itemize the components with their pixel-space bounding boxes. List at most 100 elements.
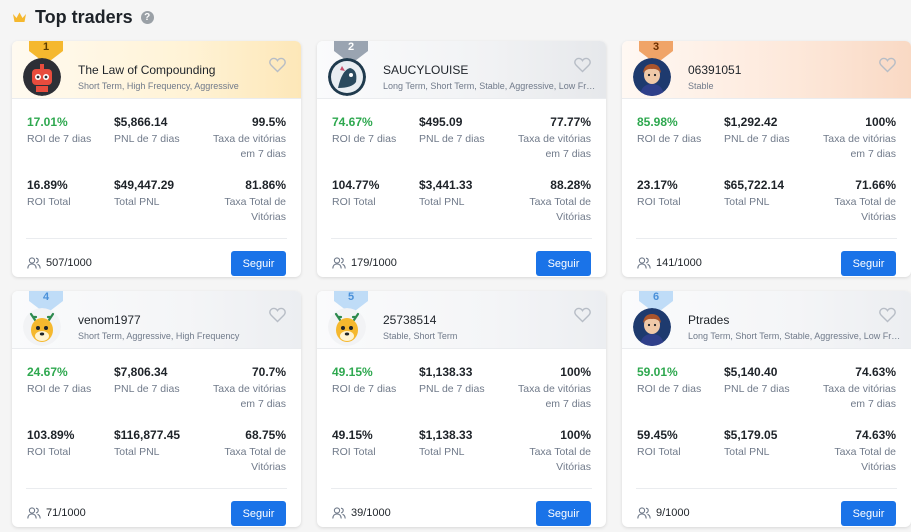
win-rate-7d-value: 70.7% <box>251 365 286 379</box>
trader-name[interactable]: Ptrades <box>688 313 729 327</box>
pnl-7d-label: PNL de 7 dias <box>724 133 790 145</box>
heart-icon[interactable] <box>879 57 896 73</box>
trader-tags: Long Term, Short Term, Stable, Aggressiv… <box>383 81 598 91</box>
pnl-total: $65,722.14 Total PNL <box>724 178 784 210</box>
roi-total-value: 59.45% <box>637 428 678 442</box>
pnl-total-label: Total PNL <box>114 196 160 208</box>
trader-card[interactable]: 1 The Law of Compounding Short Term, Hig… <box>12 41 301 277</box>
win-rate-7d-value: 74.63% <box>855 365 896 379</box>
follow-button[interactable]: Seguir <box>536 251 591 276</box>
avatar[interactable] <box>23 308 61 346</box>
roi-7d-label: ROI de 7 dias <box>332 383 397 395</box>
rank-number: 1 <box>42 41 50 53</box>
avatar[interactable] <box>328 308 366 346</box>
roi-7d-value: 49.15% <box>332 365 373 379</box>
heart-icon[interactable] <box>879 307 896 323</box>
heart-icon[interactable] <box>269 57 286 73</box>
trader-tags: Short Term, High Frequency, Aggressive <box>78 81 239 91</box>
pnl-total-label: Total PNL <box>419 446 465 458</box>
win-rate-total-label: Taxa Total de Vitórias <box>529 446 591 473</box>
divider <box>636 488 897 489</box>
help-icon[interactable]: ? <box>140 10 154 24</box>
heart-icon[interactable] <box>574 57 591 73</box>
win-rate-total-value: 88.28% <box>550 178 591 192</box>
roi-total-value: 16.89% <box>27 178 68 192</box>
section-header: Top traders ? <box>12 6 154 28</box>
pnl-total-label: Total PNL <box>114 446 160 458</box>
roi-7d: 59.01% ROI de 7 dias <box>637 365 701 397</box>
win-rate-7d: 77.77% Taxa de vitórias em 7 dias <box>506 115 591 162</box>
follow-button[interactable]: Seguir <box>841 251 896 276</box>
avatar[interactable] <box>328 58 366 96</box>
pnl-7d: $1,138.33 PNL de 7 dias <box>419 365 485 397</box>
heart-icon[interactable] <box>269 307 286 323</box>
roi-7d-value: 24.67% <box>27 365 68 379</box>
divider <box>26 238 287 239</box>
divider <box>26 488 287 489</box>
win-rate-7d: 74.63% Taxa de vitórias em 7 dias <box>811 365 896 412</box>
pnl-7d-value: $7,806.34 <box>114 365 168 379</box>
pnl-total-value: $5,179.05 <box>724 428 778 442</box>
trader-card[interactable]: 3 06391051 Stable 85.98% ROI de 7 dias $… <box>622 41 911 277</box>
roi-total-label: ROI Total <box>27 446 71 458</box>
follow-button[interactable]: Seguir <box>536 501 591 526</box>
pnl-7d-value: $5,866.14 <box>114 115 168 129</box>
pnl-total-value: $3,441.33 <box>419 178 473 192</box>
trader-card[interactable]: 4 venom1977 Short Term, Aggressive, High… <box>12 291 301 527</box>
copiers-count: 507/1000 <box>27 257 92 269</box>
win-rate-total-label: Taxa Total de Vitórias <box>834 196 896 223</box>
rank-number: 2 <box>347 41 355 53</box>
trader-tags: Stable <box>688 81 714 91</box>
win-rate-7d: 70.7% Taxa de vitórias em 7 dias <box>201 365 286 412</box>
trader-card[interactable]: 2 SAUCYLOUISE Long Term, Short Term, Sta… <box>317 41 606 277</box>
avatar[interactable] <box>633 308 671 346</box>
roi-total-value: 103.89% <box>27 428 75 442</box>
pnl-total: $116,877.45 Total PNL <box>114 428 180 460</box>
pnl-total-label: Total PNL <box>724 196 770 208</box>
roi-7d: 17.01% ROI de 7 dias <box>27 115 91 147</box>
win-rate-total: 68.75% Taxa Total de Vitórias <box>201 428 286 475</box>
trader-name[interactable]: venom1977 <box>78 313 141 327</box>
win-rate-7d-value: 100% <box>865 115 896 129</box>
pnl-7d-value: $1,292.42 <box>724 115 778 129</box>
roi-7d-label: ROI de 7 dias <box>332 133 397 145</box>
follow-button[interactable]: Seguir <box>231 251 286 276</box>
win-rate-total-label: Taxa Total de Vitórias <box>529 196 591 223</box>
pnl-total: $3,441.33 Total PNL <box>419 178 472 210</box>
trader-tags: Stable, Short Term <box>383 331 458 341</box>
pnl-7d-label: PNL de 7 dias <box>114 133 180 145</box>
pnl-7d: $5,140.40 PNL de 7 dias <box>724 365 790 397</box>
copiers-value: 9/1000 <box>656 507 690 519</box>
trader-card[interactable]: 6 Ptrades Long Term, Short Term, Stable,… <box>622 291 911 527</box>
trader-card[interactable]: 5 25738514 Stable, Short Term 49.15% ROI… <box>317 291 606 527</box>
avatar[interactable] <box>23 58 61 96</box>
win-rate-7d-value: 99.5% <box>251 115 286 129</box>
users-icon <box>332 507 346 519</box>
trader-card-header: 4 venom1977 Short Term, Aggressive, High… <box>12 291 301 349</box>
roi-7d-value: 74.67% <box>332 115 373 129</box>
roi-total: 49.15% ROI Total <box>332 428 376 460</box>
trader-name[interactable]: 25738514 <box>383 313 436 327</box>
trader-tags: Short Term, Aggressive, High Frequency <box>78 331 240 341</box>
trader-name[interactable]: 06391051 <box>688 63 741 77</box>
win-rate-7d: 100% Taxa de vitórias em 7 dias <box>506 365 591 412</box>
roi-total: 103.89% ROI Total <box>27 428 74 460</box>
users-icon <box>332 257 346 269</box>
follow-button[interactable]: Seguir <box>841 501 896 526</box>
trader-name[interactable]: SAUCYLOUISE <box>383 63 468 77</box>
pnl-total: $1,138.33 Total PNL <box>419 428 472 460</box>
users-icon <box>637 257 651 269</box>
users-icon <box>637 507 651 519</box>
avatar[interactable] <box>633 58 671 96</box>
divider <box>636 238 897 239</box>
pnl-total: $49,447.29 Total PNL <box>114 178 174 210</box>
roi-total-label: ROI Total <box>637 196 681 208</box>
roi-total-value: 23.17% <box>637 178 678 192</box>
trader-card-header: 3 06391051 Stable <box>622 41 911 99</box>
follow-button[interactable]: Seguir <box>231 501 286 526</box>
roi-7d: 24.67% ROI de 7 dias <box>27 365 91 397</box>
heart-icon[interactable] <box>574 307 591 323</box>
roi-7d-label: ROI de 7 dias <box>27 383 92 395</box>
win-rate-total: 74.63% Taxa Total de Vitórias <box>811 428 896 475</box>
trader-name[interactable]: The Law of Compounding <box>78 63 215 77</box>
